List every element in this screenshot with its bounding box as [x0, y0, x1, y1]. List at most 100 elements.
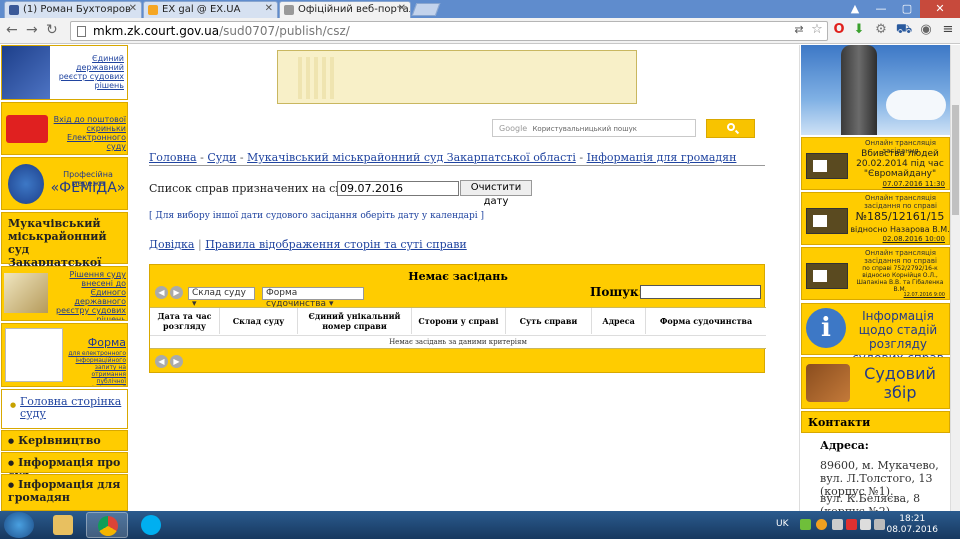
clock[interactable]: 18:21 08.07.2016 — [886, 514, 938, 536]
tab-label: EX gal @ EX.UA — [162, 4, 241, 15]
banner-court-decisions[interactable]: Рішення суду внесені до Єдиного державно… — [1, 266, 128, 321]
forward-icon[interactable]: → — [26, 22, 38, 38]
google-search-input[interactable]: Google Користувальницький пошук — [492, 119, 696, 137]
close-window-icon[interactable]: ✕ — [920, 0, 960, 18]
reload-icon[interactable]: ↻ — [46, 22, 58, 38]
breadcrumb-court[interactable]: Мукачівський міськрайонний суд Закарпатс… — [247, 151, 576, 164]
banner-decisions-registry[interactable]: Єдиний державний реєстр судових рішень — [1, 45, 128, 100]
taskbar-skype[interactable] — [130, 512, 172, 538]
info-icon: i — [806, 308, 846, 348]
google-search-button[interactable] — [706, 119, 755, 138]
browser-tab-exua[interactable]: EX gal @ EX.UA ✕ — [143, 1, 278, 18]
case-stages-info-banner[interactable]: i Інформація щодо стадій розгляду судови… — [801, 303, 950, 365]
column-header[interactable]: Дата та час розгляду — [150, 308, 220, 334]
banner-femida[interactable]: Професійна мережа «ФЕМІДА» — [1, 157, 128, 210]
gavel-icon — [806, 364, 850, 402]
scrollbar-thumb[interactable] — [952, 105, 959, 215]
browser-tab-court[interactable]: Офіційний веб-портал "С ✕ — [279, 1, 411, 18]
search-label: Пошук: — [590, 285, 644, 299]
network-icon[interactable] — [860, 519, 871, 530]
stream-title: по справі 752/2792/16-к відносно Корнійц… — [856, 265, 944, 293]
column-header[interactable]: Єдиний унікальний номер справи — [298, 308, 412, 334]
address-bar[interactable]: mkm.zk.court.gov.ua/sud0707/publish/csz/ — [70, 21, 828, 41]
lock-icon[interactable]: ⚙ — [872, 22, 890, 38]
next-page-icon[interactable]: ▶ — [170, 286, 183, 299]
taskbar-explorer[interactable] — [42, 512, 84, 538]
column-header[interactable]: Склад суду — [220, 308, 298, 334]
banner-text: Єдиний державний реєстр судових рішень — [58, 54, 124, 90]
column-header[interactable]: Форма судочинства — [646, 308, 766, 334]
banner-pattern — [298, 57, 338, 99]
taskbar-chrome[interactable] — [86, 512, 128, 538]
close-icon[interactable]: ✕ — [129, 3, 137, 14]
stream-banner-maidan[interactable]: Онлайн трансляція засідання Вбивства люд… — [801, 137, 950, 190]
extension-icon[interactable]: ◉ — [917, 22, 935, 38]
prev-page-icon[interactable]: ◀ — [155, 355, 168, 368]
page-scrollbar[interactable] — [950, 45, 960, 511]
themis-image — [801, 45, 950, 135]
form-document-icon — [5, 328, 63, 382]
breadcrumb-citizens-info[interactable]: Інформація для громадян — [587, 151, 737, 164]
close-icon[interactable]: ✕ — [265, 3, 273, 14]
volume-icon[interactable] — [874, 519, 885, 530]
right-sidebar: Онлайн трансляція засідання Вбивства люд… — [799, 45, 950, 511]
menu-icon[interactable]: ≡ — [939, 22, 957, 38]
date-input[interactable]: 09.07.2016 — [337, 181, 459, 196]
back-icon[interactable]: ← — [6, 22, 18, 38]
browser-tabstrip: (1) Роман Бухтояров ✕ EX gal @ EX.UA ✕ О… — [0, 0, 960, 18]
prev-page-icon[interactable]: ◀ — [155, 286, 168, 299]
help-links: Довідка | Правила відображення сторін та… — [149, 238, 467, 251]
translate-icon[interactable]: ⇄ — [790, 22, 808, 38]
search-placeholder: Користувальницький пошук — [532, 125, 637, 133]
breadcrumb-courts[interactable]: Суди — [207, 151, 236, 164]
sidebar-item-court-info[interactable]: ●Інформація про суд — [1, 452, 128, 482]
maximize-icon[interactable]: ▢ — [894, 0, 920, 18]
browser-toolbar: ← → ↻ mkm.zk.court.gov.ua/sud0707/publis… — [0, 18, 960, 44]
sidebar-item-label: Інформація для громадян — [8, 478, 121, 504]
new-tab-button[interactable] — [411, 3, 441, 16]
sidebar-item-leadership[interactable]: ● Керівництво — [1, 430, 128, 451]
windows-taskbar: UK 18:21 08.07.2016 — [0, 511, 960, 539]
tray-app-icon[interactable] — [816, 519, 827, 530]
download-icon[interactable]: ⬇ — [850, 22, 868, 38]
clear-date-button[interactable]: Очистити дату — [460, 180, 532, 207]
exua-icon — [148, 5, 158, 15]
column-header[interactable]: Адреса — [592, 308, 646, 334]
tray-app-icon[interactable] — [846, 519, 857, 530]
language-indicator[interactable]: UK — [776, 519, 789, 529]
display-rules-link[interactable]: Правила відображення сторін та суті спра… — [205, 238, 467, 251]
column-header[interactable]: Суть справи — [506, 308, 592, 334]
books-icon — [4, 273, 48, 313]
column-header[interactable]: Сторони у справі — [412, 308, 506, 334]
sidebar-item-home[interactable]: ● Головна сторінка суду — [1, 389, 128, 429]
breadcrumb-home[interactable]: Головна — [149, 151, 197, 164]
stream-banner-nazarov[interactable]: Онлайн трансляція засідання по справі №1… — [801, 192, 950, 245]
procedure-form-select[interactable]: Форма судочинства ▾ — [262, 287, 364, 309]
banner-e-court-mail[interactable]: Вхід до поштової скриньки Електронного с… — [1, 102, 128, 155]
next-page-icon[interactable]: ▶ — [170, 355, 183, 368]
user-icon[interactable]: ▲ — [842, 0, 868, 18]
cart-icon[interactable]: ⛟ — [895, 22, 913, 38]
sidebar-item-citizens-info[interactable]: ● Інформація для громадян — [1, 474, 128, 511]
close-icon[interactable]: ✕ — [398, 3, 406, 14]
start-button[interactable] — [4, 512, 34, 538]
court-composition-select[interactable]: Склад суду ▾ — [188, 287, 255, 309]
table-search-input[interactable] — [640, 285, 761, 299]
court-fee-banner[interactable]: Судовий збір — [801, 357, 950, 409]
tray-app-icon[interactable] — [800, 519, 811, 530]
skype-icon — [141, 515, 161, 535]
camera-icon — [806, 153, 848, 179]
minimize-icon[interactable]: — — [868, 0, 894, 18]
themis-statue — [841, 45, 877, 135]
help-link[interactable]: Довідка — [149, 238, 194, 251]
breadcrumb-separator: - — [575, 151, 587, 164]
links-separator: | — [194, 238, 206, 251]
banner-info-request-form[interactable]: Форма для електронного інформаційного за… — [1, 323, 128, 387]
main-content: Google Користувальницький пошук Головна … — [129, 45, 799, 511]
stream-banner-korniets[interactable]: Онлайн трансляція засідання по справі по… — [801, 247, 950, 300]
tray-app-icon[interactable] — [832, 519, 843, 530]
search-icon — [727, 123, 735, 131]
bookmark-star-icon[interactable]: ☆ — [808, 22, 826, 38]
browser-tab-facebook[interactable]: (1) Роман Бухтояров ✕ — [4, 1, 142, 18]
opera-icon[interactable]: O — [830, 22, 848, 38]
